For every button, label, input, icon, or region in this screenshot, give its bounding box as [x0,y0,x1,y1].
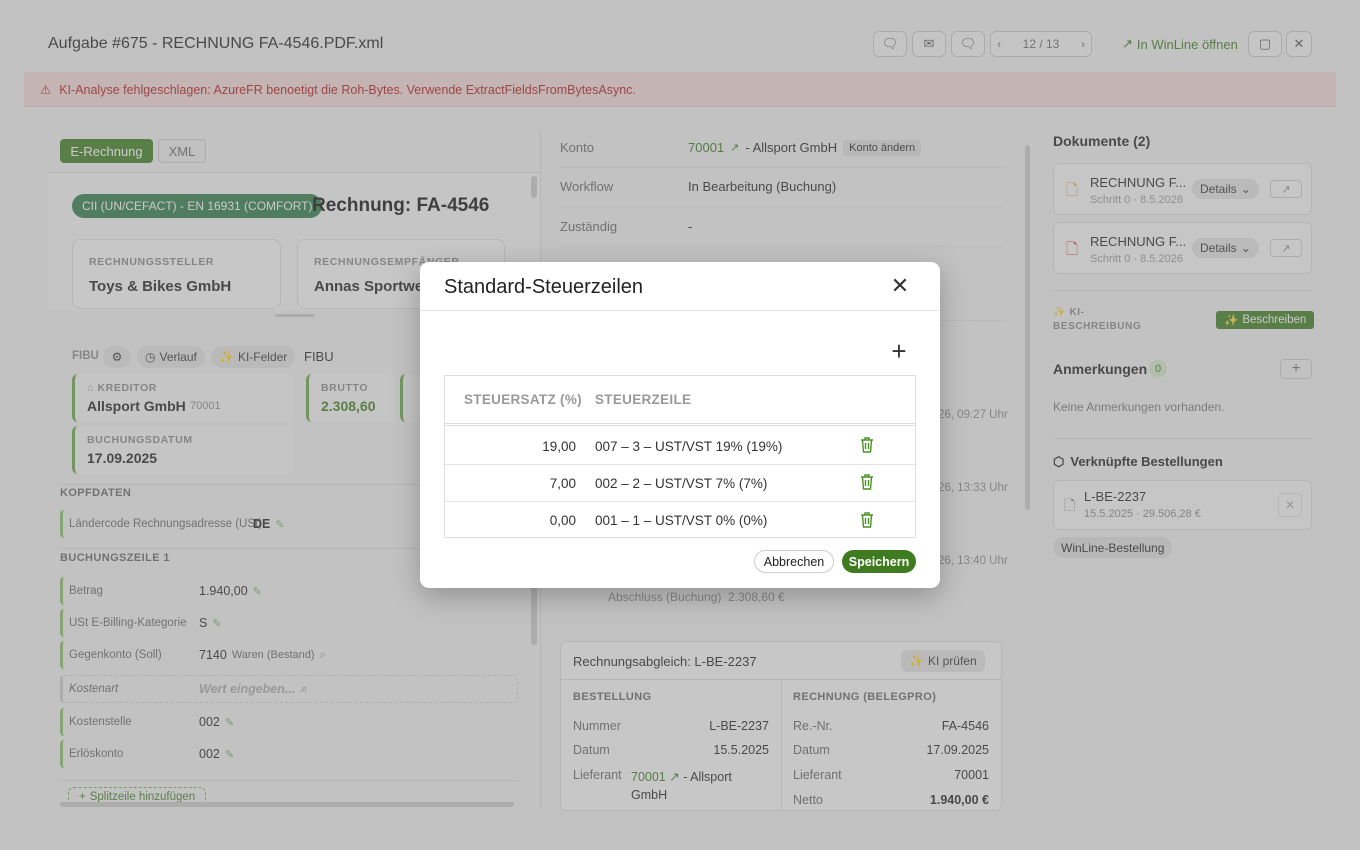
steuerzeilen-table: STEUERSATZ (%) STEUERZEILE 19,00 007 – 3… [444,375,916,538]
rate-cell[interactable]: 7,00 [550,476,576,491]
rate-cell[interactable]: 19,00 [542,439,576,454]
add-row-button[interactable]: + [887,336,911,366]
line-cell[interactable]: 001 – 1 – UST/VST 0% (0%) [595,513,767,528]
trash-icon[interactable] [859,511,875,531]
steuerzeilen-dialog: Standard-Steuerzeilen ✕ + STEUERSATZ (%)… [420,262,940,588]
table-row[interactable]: 0,00 001 – 1 – UST/VST 0% (0%) [445,502,915,539]
trash-icon[interactable] [859,436,875,456]
close-icon[interactable]: ✕ [888,273,912,298]
rate-cell[interactable]: 0,00 [550,513,576,528]
dialog-title: Standard-Steuerzeilen [444,276,644,298]
divider [420,310,940,311]
line-cell[interactable]: 002 – 2 – UST/VST 7% (7%) [595,476,767,491]
table-header: STEUERSATZ (%) STEUERZEILE [445,376,915,426]
col-steuersatz: STEUERSATZ (%) [464,392,582,407]
table-row[interactable]: 19,00 007 – 3 – UST/VST 19% (19%) [445,428,915,465]
trash-icon[interactable] [859,473,875,493]
cancel-button[interactable]: Abbrechen [754,550,834,573]
col-steuerzeile: STEUERZEILE [595,392,692,407]
plus-icon: + [891,335,907,366]
table-row[interactable]: 7,00 002 – 2 – UST/VST 7% (7%) [445,465,915,502]
line-cell[interactable]: 007 – 3 – UST/VST 19% (19%) [595,439,782,454]
save-button[interactable]: Speichern [842,550,916,573]
